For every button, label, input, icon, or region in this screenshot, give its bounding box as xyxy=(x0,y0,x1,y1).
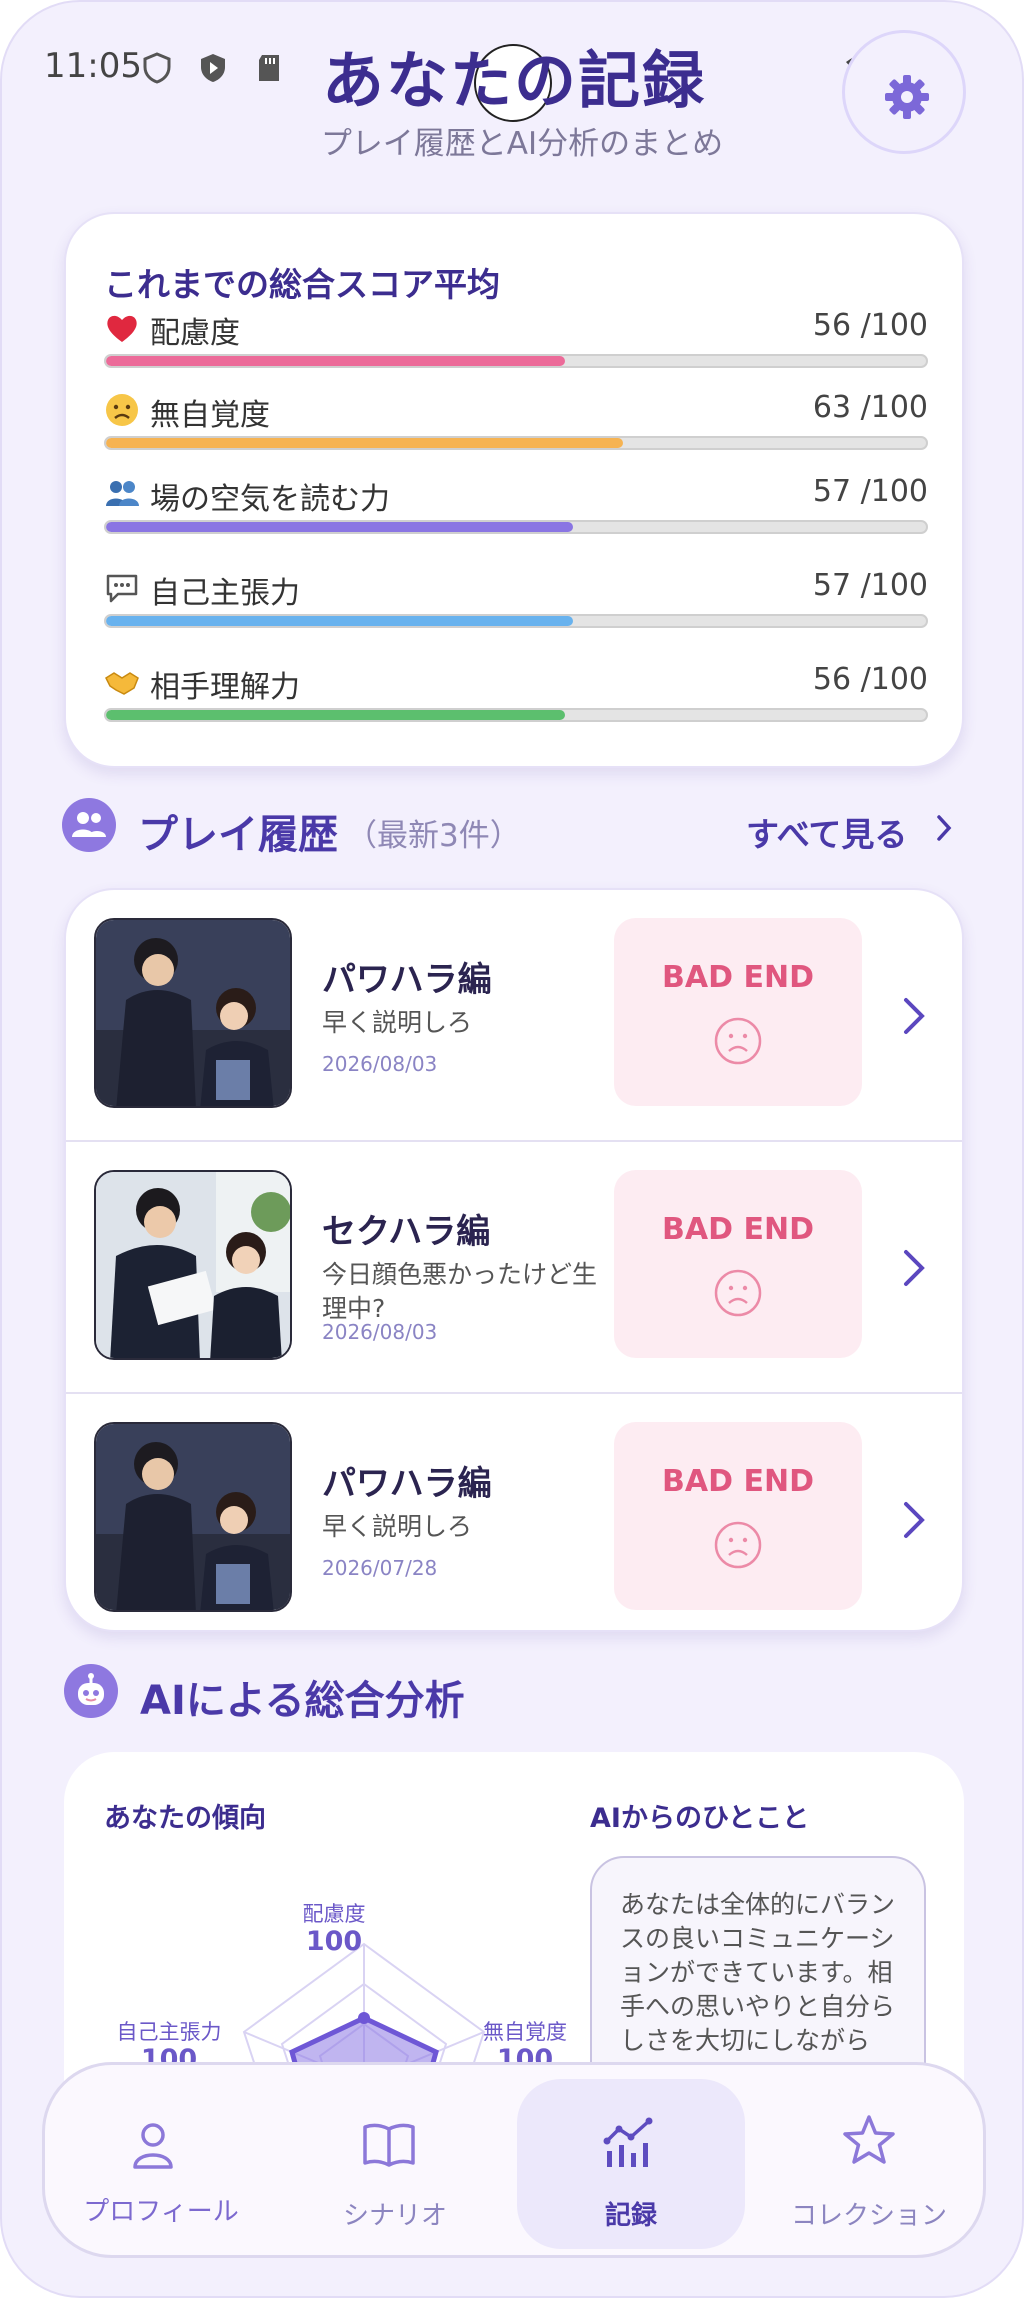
nav-label: シナリオ xyxy=(342,2201,447,2231)
nav-item-records[interactable]: 記録 xyxy=(517,2065,745,2261)
history-description: 早く説明しろ xyxy=(322,1008,473,1037)
nav-item-scenario[interactable]: シナリオ xyxy=(281,2065,511,2261)
people-icon xyxy=(106,481,139,506)
scenario-thumbnail xyxy=(94,1422,292,1612)
history-description: 今日顔色悪かったけど生理中? xyxy=(322,1260,598,1323)
see-all-link[interactable]: すべて見る xyxy=(746,808,952,856)
person-icon xyxy=(133,2123,173,2169)
result-badge: BAD END xyxy=(614,1170,862,1358)
history-title: セクハラ編 xyxy=(322,1212,491,1252)
metric-unawareness: 無自覚度 63 /100 xyxy=(104,390,928,452)
result-badge: BAD END xyxy=(614,918,862,1106)
bottom-navigation: プロフィール シナリオ 記録 コレクション xyxy=(42,2062,986,2258)
metric-label: 配慮度 xyxy=(150,316,240,351)
history-section-title: プレイ履歴 xyxy=(138,812,338,858)
progress-bar xyxy=(104,436,928,450)
sad-face-icon xyxy=(714,1521,762,1569)
result-label: BAD END xyxy=(662,960,814,995)
metric-value: 56 /100 xyxy=(812,308,928,343)
result-badge: BAD END xyxy=(614,1422,862,1610)
robot-icon xyxy=(64,1664,118,1718)
history-date: 2026/08/03 xyxy=(322,1320,438,1344)
metric-label: 相手理解力 xyxy=(150,670,300,705)
history-description: 早く説明しろ xyxy=(322,1512,473,1541)
history-title: パワハラ編 xyxy=(322,960,492,1000)
sad-face-icon xyxy=(714,1017,762,1065)
settings-button[interactable] xyxy=(842,30,966,154)
progress-fill xyxy=(106,710,566,720)
app-screen: 11:05 あなたの記録 プレイ履歴とAI分析のまとめ これまでの総合スコア平均 xyxy=(0,0,1024,2298)
progress-fill xyxy=(106,616,574,626)
metric-label: 自己主張力 xyxy=(150,576,300,611)
star-icon xyxy=(843,2115,895,2164)
nav-item-profile[interactable]: プロフィール xyxy=(45,2065,275,2261)
analysis-section-title: AIによる総合分析 xyxy=(140,1678,465,1724)
tendency-heading: あなたの傾向 xyxy=(104,1803,266,1834)
progress-bar xyxy=(104,354,928,368)
chevron-right-icon xyxy=(937,815,952,841)
history-date: 2026/07/28 xyxy=(322,1556,438,1580)
scenario-thumbnail xyxy=(94,1170,292,1360)
play-history-list: パワハラ編 早く説明しろ 2026/08/03 BAD END セクハラ編 今日… xyxy=(64,888,964,1632)
metric-value: 63 /100 xyxy=(812,390,928,425)
group-icon xyxy=(62,798,116,852)
progress-fill xyxy=(106,522,574,532)
speech-bubble-icon xyxy=(106,574,138,603)
score-card-title: これまでの総合スコア平均 xyxy=(104,265,500,304)
handshake-icon xyxy=(105,672,139,695)
nav-label: 記録 xyxy=(604,2201,657,2231)
history-section-subtitle: （最新3件） xyxy=(346,818,521,854)
chevron-right-icon xyxy=(904,998,925,1034)
radar-label-right: 無自覚度 xyxy=(483,2020,567,2044)
radar-value-top: 100 xyxy=(305,1926,363,1957)
chevron-right-icon xyxy=(904,1250,925,1286)
book-icon xyxy=(363,2123,415,2167)
gear-icon xyxy=(885,75,929,119)
history-item[interactable]: セクハラ編 今日顔色悪かったけど生理中? 2026/08/03 BAD END xyxy=(66,1142,962,1394)
history-item[interactable]: パワハラ編 早く説明しろ 2026/08/03 BAD END xyxy=(66,890,962,1142)
nav-label: プロフィール xyxy=(83,2197,239,2227)
ai-comment-heading: AIからのひとこと xyxy=(590,1803,810,1834)
progress-fill xyxy=(106,356,566,366)
people-glyph xyxy=(72,812,106,837)
metric-reading-the-room: 場の空気を読む力 57 /100 xyxy=(104,474,928,536)
metric-label: 場の空気を読む力 xyxy=(150,482,390,517)
radar-label-top: 配慮度 xyxy=(302,1902,366,1926)
metric-consideration: 配慮度 56 /100 xyxy=(104,308,928,370)
metric-label: 無自覚度 xyxy=(150,398,270,433)
ai-comment-text: あなたは全体的にバランスの良いコミュニケーションができています。相手への思いやり… xyxy=(620,1890,896,2055)
metric-value: 56 /100 xyxy=(812,662,928,697)
sad-face-icon xyxy=(714,1269,762,1317)
history-title: パワハラ編 xyxy=(322,1464,492,1504)
nav-label: コレクション xyxy=(790,2201,947,2231)
see-all-label: すべて見る xyxy=(746,815,908,854)
worried-face-icon xyxy=(106,394,138,426)
score-average-card: これまでの総合スコア平均 配慮度 56 /100 無自覚度 63 /100 場の… xyxy=(64,212,964,768)
nav-item-collection[interactable]: コレクション xyxy=(751,2065,987,2261)
metric-value: 57 /100 xyxy=(812,474,928,509)
chart-icon xyxy=(603,2117,653,2167)
robot-glyph xyxy=(78,1673,104,1705)
metric-value: 57 /100 xyxy=(812,568,928,603)
progress-bar xyxy=(104,520,928,534)
history-item[interactable]: パワハラ編 早く説明しろ 2026/07/28 BAD END xyxy=(66,1394,962,1630)
result-label: BAD END xyxy=(662,1464,814,1499)
progress-bar xyxy=(104,614,928,628)
metric-understanding-others: 相手理解力 56 /100 xyxy=(104,662,928,724)
progress-fill xyxy=(106,438,623,448)
history-date: 2026/08/03 xyxy=(322,1052,438,1076)
progress-bar xyxy=(104,708,928,722)
result-label: BAD END xyxy=(662,1212,814,1247)
radar-label-left: 自己主張力 xyxy=(116,2020,222,2044)
chevron-right-icon xyxy=(904,1502,925,1538)
metric-self-assertion: 自己主張力 57 /100 xyxy=(104,568,928,630)
heart-icon xyxy=(107,315,137,342)
scenario-thumbnail xyxy=(94,918,292,1108)
